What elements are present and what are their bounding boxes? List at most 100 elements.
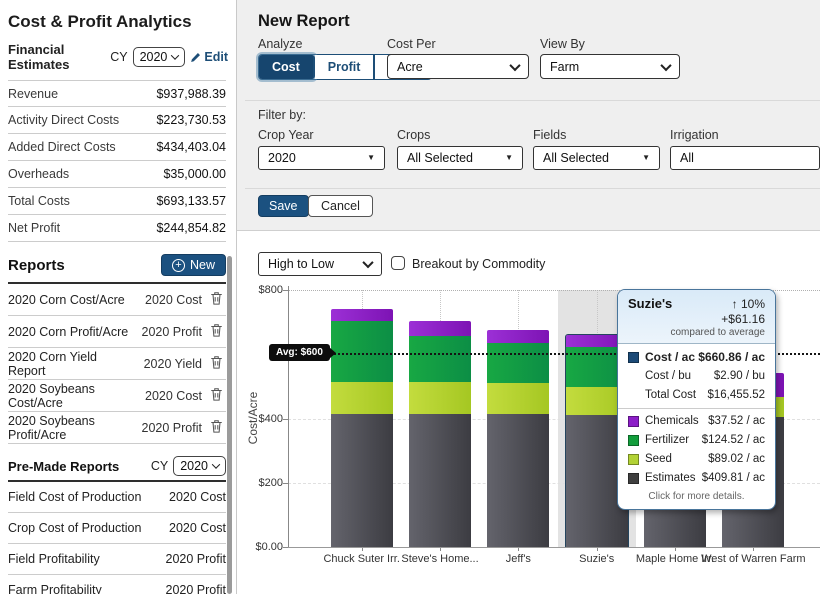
report-name: 2020 Corn Yield Report (8, 350, 136, 378)
filter-select-irrigation[interactable]: All (670, 146, 820, 170)
tooltip-row-label: Cost / bu (645, 369, 714, 384)
report-list-item[interactable]: 2020 Corn Profit/Acre 2020 Profit (8, 316, 226, 348)
analyze-option-cost[interactable]: Cost (259, 55, 315, 79)
bar-segment-fertilizer[interactable] (331, 321, 393, 381)
premade-report-type: 2020 Cost (169, 490, 226, 504)
premade-cy-select[interactable]: 2020 (173, 456, 226, 476)
reports-list: 2020 Corn Cost/Acre2020 Cost2020 Corn Pr… (0, 284, 236, 444)
bar-segment-estimates[interactable] (487, 414, 549, 547)
tooltip-row: Estimates$409.81 / ac (618, 469, 775, 488)
sort-order-value: High to Low (268, 257, 364, 271)
divider (245, 188, 820, 189)
bar-segment-fertilizer[interactable] (409, 336, 471, 383)
view-by-select[interactable]: Farm (540, 54, 680, 79)
cost-per-select[interactable]: Acre (387, 54, 529, 79)
legend-swatch-estimates (628, 473, 639, 484)
sidebar-scrollbar[interactable] (227, 256, 232, 594)
report-name: 2020 Corn Profit/Acre (8, 325, 134, 339)
bar-chuck-suter-irr-[interactable] (331, 309, 393, 547)
y-axis-line (288, 286, 289, 547)
dropdown-arrow-icon: ▼ (367, 154, 375, 162)
x-axis-label: West of Warren Farm (698, 553, 808, 566)
tooltip-row-value: $409.81 / ac (702, 471, 765, 486)
report-list-item[interactable]: 2020 Soybeans Profit/Acre2020 Profit (8, 412, 226, 444)
tooltip-row-value: $124.52 / ac (702, 433, 765, 448)
filter-select-crops[interactable]: All Selected▼ (397, 146, 523, 170)
filter-select-crop-year[interactable]: 2020▼ (258, 146, 385, 170)
filter-value: All Selected (543, 151, 642, 165)
tooltip-row: Chemicals$37.52 / ac (618, 412, 775, 431)
sidebar-title: Cost & Profit Analytics (8, 12, 228, 32)
cy-label: CY (151, 459, 168, 473)
delete-report-button[interactable] (210, 355, 226, 372)
tooltip-row-label: Estimates (645, 471, 702, 486)
edit-financials-link[interactable]: Edit (190, 50, 228, 64)
new-report-button[interactable]: + New (161, 254, 226, 276)
financial-row-label: Net Profit (8, 221, 60, 235)
premade-report-type: 2020 Cost (169, 521, 226, 535)
financial-row-label: Activity Direct Costs (8, 113, 119, 127)
premade-reports-list: Field Cost of Production2020 CostCrop Co… (0, 482, 236, 594)
tooltip-row-value: $89.02 / ac (708, 452, 765, 467)
report-list-item[interactable]: 2020 Corn Cost/Acre2020 Cost (8, 284, 226, 316)
delete-report-button[interactable] (210, 387, 226, 404)
financial-estimates-table: Revenue$937,988.39 Activity Direct Costs $… (8, 80, 226, 242)
save-button[interactable]: Save (258, 195, 309, 217)
cy-label: CY (110, 50, 127, 64)
app-window: Cost & Profit Analytics Financial Estima… (0, 0, 820, 594)
chart-tooltip[interactable]: Suzie's ↑ 10% +$61.16 compared to averag… (617, 289, 776, 510)
filter-select-fields[interactable]: All Selected▼ (533, 146, 660, 170)
premade-report-item[interactable]: Field Cost of Production 2020 Cost (8, 482, 226, 513)
trash-icon (210, 291, 223, 305)
cancel-label: Cancel (321, 199, 360, 213)
bar-segment-estimates[interactable] (331, 414, 393, 547)
tooltip-divider (618, 408, 775, 409)
premade-report-name: Field Cost of Production (8, 490, 141, 504)
bar-segment-seed[interactable] (487, 383, 549, 414)
bar-segment-chemicals[interactable] (331, 309, 393, 321)
delete-report-button[interactable] (210, 419, 226, 436)
legend-swatch-cost-ac (628, 352, 639, 363)
tooltip-row-label: Fertilizer (645, 433, 702, 448)
report-name: 2020 Soybeans Cost/Acre (8, 382, 137, 410)
report-list-item[interactable]: 2020 Soybeans Cost/Acre2020 Cost (8, 380, 226, 412)
delete-report-button[interactable] (210, 323, 226, 340)
sort-order-select[interactable]: High to Low (258, 252, 382, 276)
premade-report-item[interactable]: Field Profitability2020 Profit (8, 544, 226, 575)
bar-steve-s-home-[interactable] (409, 321, 471, 547)
sidebar: Cost & Profit Analytics Financial Estima… (0, 0, 237, 594)
filter-value: All (680, 151, 810, 165)
trash-icon (210, 323, 223, 337)
report-list-item[interactable]: 2020 Corn Yield Report2020 Yield (8, 348, 226, 380)
bar-jeff-s[interactable] (487, 330, 549, 547)
report-type: 2020 Profit (142, 325, 202, 339)
bar-segment-chemicals[interactable] (487, 330, 549, 343)
financial-row: Revenue$937,988.39 (8, 80, 226, 107)
bar-segment-fertilizer[interactable] (487, 343, 549, 383)
filter-label-irrigation: Irrigation (670, 128, 719, 142)
premade-report-item[interactable]: Farm Profitability2020 Profit (8, 575, 226, 594)
bar-segment-chemicals[interactable] (409, 321, 471, 335)
cancel-button[interactable]: Cancel (308, 195, 373, 217)
tooltip-row: Cost / bu$2.90 / bu (618, 367, 775, 386)
tooltip-change-pct: ↑ 10% (732, 297, 765, 311)
tooltip-row: Seed$89.02 / ac (618, 450, 775, 469)
tooltip-change-note: compared to average (628, 327, 765, 338)
bar-segment-estimates[interactable] (409, 414, 471, 547)
financial-cy-select[interactable]: 2020 (133, 47, 186, 67)
breakout-by-commodity-checkbox[interactable] (391, 256, 405, 270)
analyze-option-profit[interactable]: Profit (315, 55, 376, 79)
financial-row-value: $693,133.57 (156, 194, 226, 208)
financial-row-value: $434,403.04 (156, 140, 226, 154)
tooltip-row-value: $2.90 / bu (714, 369, 765, 384)
chevron-down-icon (171, 51, 179, 59)
bar-segment-seed[interactable] (331, 382, 393, 414)
premade-reports-header: Pre-Made Reports CY 2020 (8, 452, 226, 482)
premade-report-item[interactable]: Crop Cost of Production2020 Cost (8, 513, 226, 544)
y-axis-tick-label: $400 (239, 413, 283, 425)
new-report-panel: New Report Analyze CostProfitYield Cost … (237, 0, 820, 231)
bar-segment-seed[interactable] (409, 382, 471, 413)
y-axis-tick-label: $0.00 (239, 541, 283, 553)
average-label: Avg: $600 (269, 344, 330, 361)
delete-report-button[interactable] (210, 291, 226, 308)
